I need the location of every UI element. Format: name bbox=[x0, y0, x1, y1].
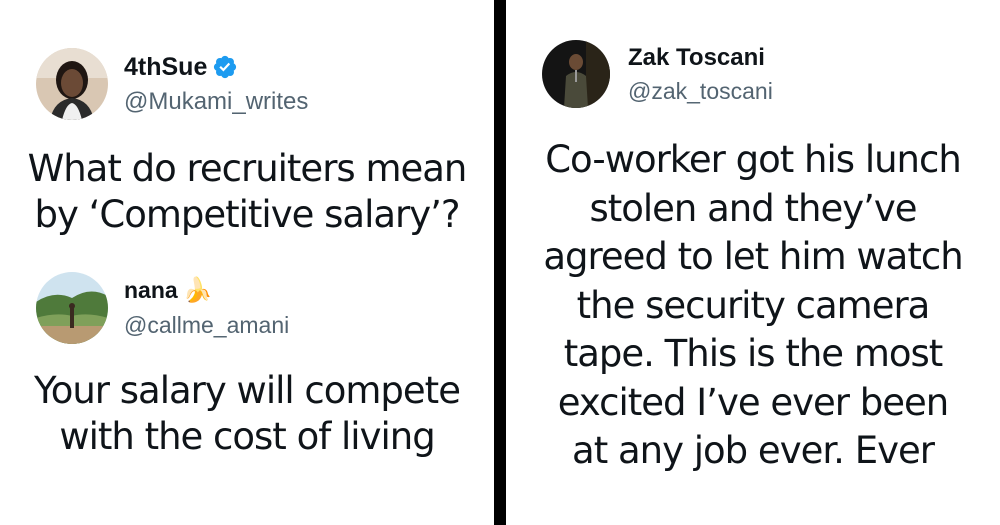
avatar-nana-image bbox=[36, 272, 108, 344]
right-panel: Zak Toscani @zak_toscani Co-worker got h… bbox=[506, 0, 1000, 525]
tweet-text-nana: Your salary will compete with the cost o… bbox=[0, 368, 494, 460]
display-name[interactable]: nana bbox=[124, 277, 178, 304]
panel-divider bbox=[494, 0, 506, 525]
name-block-nana: nana 🍌 @callme_amani bbox=[124, 277, 289, 339]
verified-badge-icon bbox=[212, 54, 238, 80]
tweet-text-line: tape. This is the most bbox=[563, 332, 944, 375]
tweet-header-zak-toscani: Zak Toscani @zak_toscani bbox=[542, 40, 773, 108]
avatar-4thsue[interactable] bbox=[36, 48, 108, 120]
name-row-4thsue: 4thSue bbox=[124, 53, 308, 82]
tweet-text-line: Co-worker got his lunch bbox=[545, 138, 962, 181]
tweet-text-line: agreed to let him watch bbox=[543, 235, 963, 278]
tweet-text-line: stolen and they’ve bbox=[589, 186, 917, 230]
tweet-text-line: excited I’ve ever been bbox=[557, 380, 949, 424]
avatar-zak-toscani[interactable] bbox=[542, 40, 610, 108]
banana-emoji-icon: 🍌 bbox=[182, 276, 213, 304]
handle[interactable]: @callme_amani bbox=[124, 312, 289, 339]
tweet-text-line: Your salary will compete bbox=[34, 369, 461, 412]
avatar-zak-toscani-image bbox=[542, 40, 610, 108]
avatar-nana[interactable] bbox=[36, 272, 108, 344]
tweet-header-4thsue: 4thSue @Mukami_writes bbox=[36, 48, 308, 120]
tweet-text-line: What do recruiters mean bbox=[27, 147, 468, 190]
tweet-text-line: with the cost of living bbox=[59, 415, 435, 458]
display-name[interactable]: Zak Toscani bbox=[628, 44, 773, 72]
handle[interactable]: @zak_toscani bbox=[628, 78, 773, 105]
tweet-header-nana: nana 🍌 @callme_amani bbox=[36, 272, 289, 344]
tweet-text-zak-toscani: Co-worker got his lunch stolen and they’… bbox=[506, 136, 1000, 476]
left-panel: 4thSue @Mukami_writes What do recruiters… bbox=[0, 0, 494, 525]
tweet-text-line: at any job ever. Ever bbox=[572, 429, 935, 472]
name-row-nana: nana 🍌 bbox=[124, 277, 289, 304]
name-block-4thsue: 4thSue @Mukami_writes bbox=[124, 53, 308, 116]
tweet-text-line: the security camera bbox=[576, 283, 931, 327]
tweet-text-line: by ‘Competitive salary’? bbox=[34, 193, 460, 236]
avatar-4thsue-image bbox=[36, 48, 108, 120]
handle[interactable]: @Mukami_writes bbox=[124, 88, 308, 116]
display-name[interactable]: 4thSue bbox=[124, 53, 207, 82]
name-block-zak-toscani: Zak Toscani @zak_toscani bbox=[628, 44, 773, 105]
tweet-text-4thsue: What do recruiters mean by ‘Competitive … bbox=[0, 146, 494, 238]
